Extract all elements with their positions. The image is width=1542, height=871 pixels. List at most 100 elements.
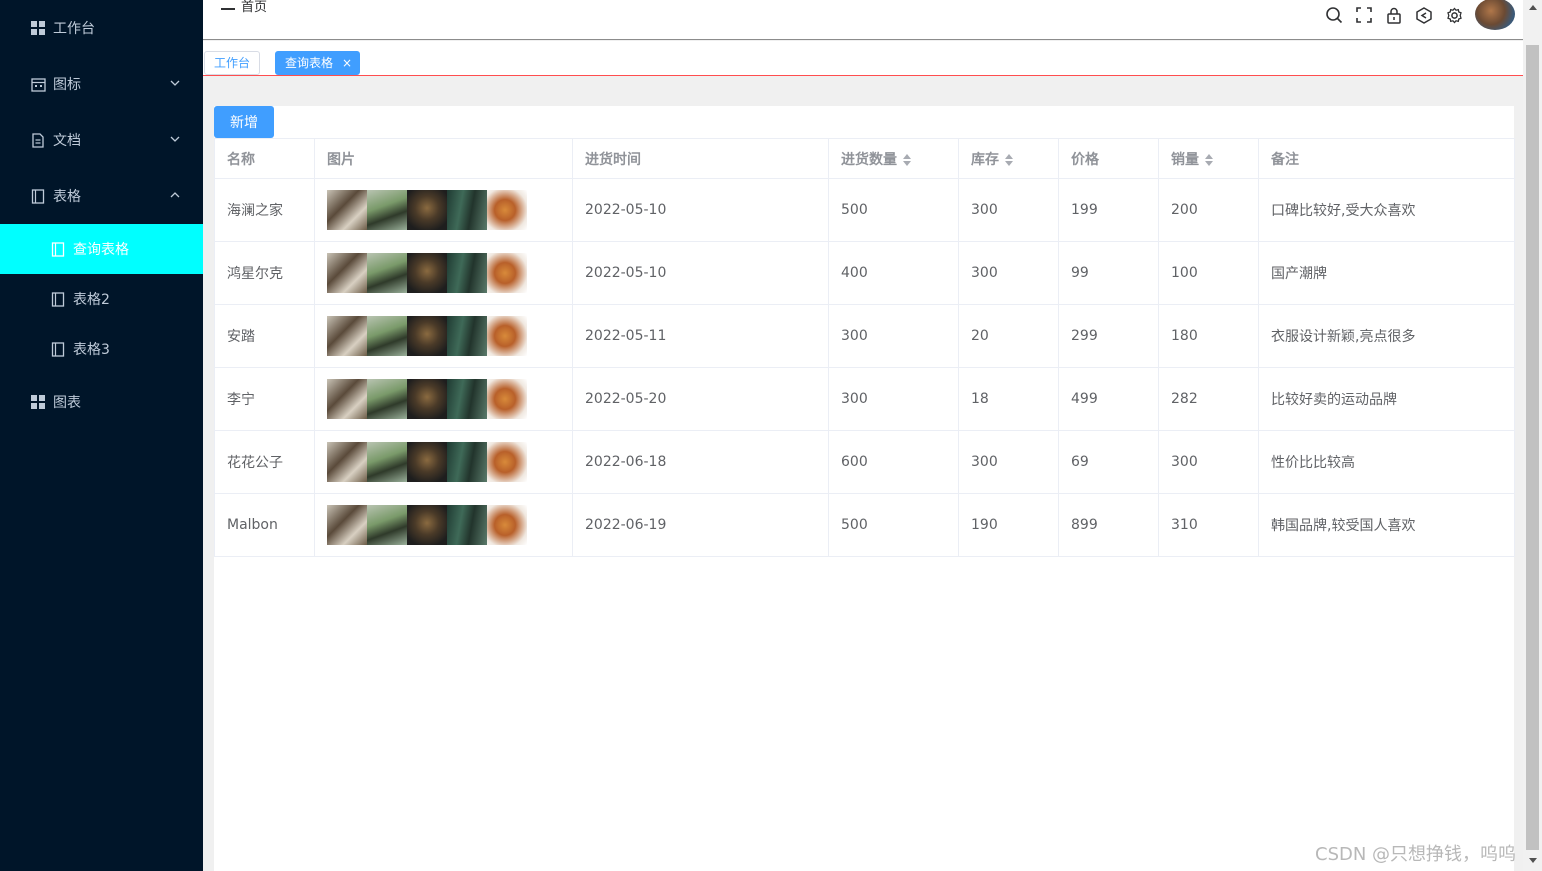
product-thumbnail[interactable] (407, 379, 447, 419)
product-thumbnail[interactable] (487, 442, 527, 482)
sort-icon[interactable] (1005, 153, 1013, 166)
product-thumbnail[interactable] (407, 253, 447, 293)
scroll-down-arrow-icon[interactable] (1529, 858, 1537, 863)
scroll-thumb[interactable] (1526, 45, 1539, 850)
sidebar-item-label: 查询表格 (73, 242, 129, 258)
product-thumbnail[interactable] (327, 379, 367, 419)
app-root: 工作台 图标 文档 表格 查询表格 表格2 表格3 图表 首页 工作台 查询表格… (0, 0, 1542, 871)
cell-price: 899 (1058, 493, 1159, 557)
cell-stock: 300 (958, 430, 1059, 494)
cell-price: 499 (1058, 367, 1159, 431)
product-thumbnail[interactable] (447, 442, 487, 482)
product-thumbnail[interactable] (327, 190, 367, 230)
column-header-sales[interactable]: 销量 (1158, 138, 1259, 179)
theme-icon[interactable] (1415, 6, 1433, 24)
sort-icon[interactable] (903, 153, 911, 166)
cell-images (314, 493, 573, 557)
cell-images (314, 241, 573, 305)
cell-note: 国产潮牌 (1258, 241, 1515, 305)
product-thumbnail[interactable] (367, 190, 407, 230)
tab-query-table[interactable]: 查询表格 × (275, 51, 361, 75)
sidebar-item-charts[interactable]: 图表 (0, 378, 203, 426)
product-thumbnail[interactable] (447, 253, 487, 293)
cell-qty: 600 (828, 430, 959, 494)
column-header-stock[interactable]: 库存 (958, 138, 1059, 179)
tab-workbench[interactable]: 工作台 (204, 51, 261, 75)
product-thumbnail[interactable] (447, 505, 487, 545)
scroll-up-arrow-icon[interactable] (1529, 5, 1537, 10)
sidebar-item-label: 工作台 (53, 21, 95, 37)
product-thumbnail[interactable] (447, 190, 487, 230)
sidebar-item-table3[interactable]: 表格3 (0, 325, 203, 373)
sidebar: 工作台 图标 文档 表格 查询表格 表格2 表格3 图表 (0, 0, 203, 871)
cell-sales: 180 (1158, 304, 1259, 368)
sidebar-item-label: 表格 (53, 189, 81, 205)
product-thumbnail[interactable] (407, 316, 447, 356)
breadcrumb-home[interactable]: 首页 (241, 0, 267, 15)
data-table: 名称 图片 进货时间 进货数量 库存 价格 销量 备注 海澜之家 2022-05-… (214, 138, 1515, 557)
product-thumbnail[interactable] (487, 505, 527, 545)
product-thumbnail[interactable] (327, 253, 367, 293)
product-thumbnail[interactable] (407, 442, 447, 482)
sidebar-item-icons[interactable]: 图标 (0, 60, 203, 108)
cell-price: 299 (1058, 304, 1159, 368)
sidebar-item-query-table[interactable]: 查询表格 (0, 224, 203, 274)
cell-sales: 100 (1158, 241, 1259, 305)
menu-toggle-icon[interactable] (221, 2, 235, 10)
column-header-date: 进货时间 (572, 138, 829, 179)
column-header-note: 备注 (1258, 138, 1515, 179)
cell-note: 衣服设计新颖,亮点很多 (1258, 304, 1515, 368)
search-icon[interactable] (1325, 6, 1343, 24)
product-thumbnail[interactable] (487, 190, 527, 230)
column-header-price: 价格 (1058, 138, 1159, 179)
table-row: 安踏 2022-05-11 300 20 299 180 衣服设计新颖,亮点很多 (214, 304, 1515, 368)
cell-qty: 300 (828, 367, 959, 431)
product-thumbnail[interactable] (447, 379, 487, 419)
cell-stock: 190 (958, 493, 1059, 557)
product-thumbnail[interactable] (327, 505, 367, 545)
product-thumbnail[interactable] (367, 253, 407, 293)
cell-name: 李宁 (214, 367, 315, 431)
sort-icon[interactable] (1205, 153, 1213, 166)
column-header-qty[interactable]: 进货数量 (828, 138, 959, 179)
grid-icon (30, 20, 46, 36)
product-thumbnail[interactable] (367, 442, 407, 482)
add-button[interactable]: 新增 (214, 106, 274, 138)
product-thumbnail[interactable] (367, 379, 407, 419)
lock-icon[interactable] (1385, 6, 1403, 24)
product-thumbnail[interactable] (447, 316, 487, 356)
cell-date: 2022-05-10 (572, 178, 829, 242)
gear-icon[interactable] (1445, 6, 1463, 24)
close-icon[interactable]: × (342, 52, 352, 74)
sidebar-item-tables[interactable]: 表格 (0, 172, 203, 220)
cell-sales: 300 (1158, 430, 1259, 494)
cell-name: 鸿星尔克 (214, 241, 315, 305)
product-thumbnail[interactable] (367, 505, 407, 545)
sidebar-item-workbench[interactable]: 工作台 (0, 4, 203, 52)
main-card: 新增 名称 图片 进货时间 进货数量 库存 价格 销量 备注 海澜之家 2022-… (214, 106, 1515, 871)
product-thumbnail[interactable] (487, 379, 527, 419)
sidebar-item-label: 表格2 (73, 292, 110, 308)
product-thumbnail[interactable] (407, 190, 447, 230)
breadcrumb[interactable]: 首页 (221, 0, 267, 15)
product-thumbnail[interactable] (487, 316, 527, 356)
fullscreen-icon[interactable] (1355, 6, 1373, 24)
table-icon (30, 188, 46, 204)
product-thumbnail[interactable] (407, 505, 447, 545)
product-thumbnail[interactable] (487, 253, 527, 293)
image-strip (327, 190, 572, 230)
tab-label: 查询表格 (285, 56, 334, 70)
avatar[interactable] (1475, 0, 1515, 30)
grid-icon (30, 394, 46, 410)
sidebar-item-docs[interactable]: 文档 (0, 116, 203, 164)
chevron-down-icon (169, 77, 181, 89)
cell-price: 69 (1058, 430, 1159, 494)
cell-date: 2022-06-19 (572, 493, 829, 557)
product-thumbnail[interactable] (327, 442, 367, 482)
product-thumbnail[interactable] (327, 316, 367, 356)
image-strip (327, 379, 572, 419)
sidebar-item-table2[interactable]: 表格2 (0, 275, 203, 323)
cell-stock: 20 (958, 304, 1059, 368)
product-thumbnail[interactable] (367, 316, 407, 356)
page-scrollbar[interactable] (1523, 0, 1542, 871)
